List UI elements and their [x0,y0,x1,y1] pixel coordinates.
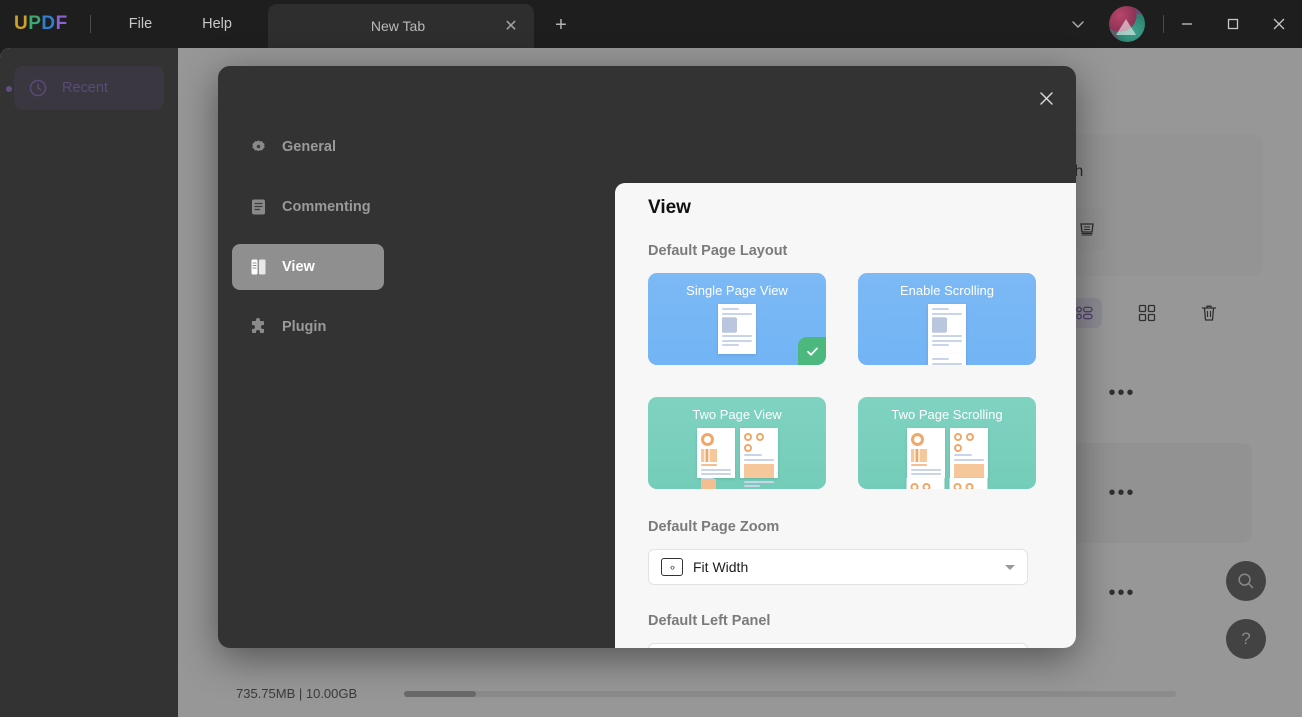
page-layout-options: Single Page View [648,273,1076,489]
tab-new-tab[interactable]: New Tab ✕ [268,4,534,48]
chevron-down-icon[interactable] [1061,7,1095,41]
layout-option-label: Enable Scrolling [858,283,1036,298]
section-label-page-layout: Default Page Layout [648,243,1076,259]
gear-icon [248,137,268,157]
nav-item-plugin[interactable]: Plugin [232,304,384,350]
layout-option-enable-scrolling[interactable]: Enable Scrolling [858,273,1036,365]
layout-option-two-page-view[interactable]: Two Page View [648,397,826,489]
preferences-dialog: General Commenting View Plugin [218,66,1076,648]
updf-logo: U P D F [14,13,68,35]
maximize-icon[interactable] [1210,0,1256,48]
menu-file[interactable]: File [113,10,168,38]
logo-divider [90,15,91,33]
logo-letter-d: D [41,13,55,35]
puzzle-icon [248,317,268,337]
panel-title: View [648,197,1076,219]
nav-item-view[interactable]: View [232,244,384,290]
layout-option-label: Two Page Scrolling [858,407,1036,422]
layout-option-two-page-scrolling[interactable]: Two Page Scrolling [858,397,1036,489]
close-icon[interactable]: ✕ [498,13,524,39]
default-page-zoom-value: Fit Width [693,559,1005,575]
nav-item-label: Plugin [282,319,326,335]
nav-item-label: Commenting [282,199,371,215]
window-close-icon[interactable] [1256,0,1302,48]
dialog-nav: General Commenting View Plugin [218,66,398,648]
logo-letter-p: P [28,13,41,35]
layout-option-single-page-view[interactable]: Single Page View [648,273,826,365]
layout-option-label: Two Page View [648,407,826,422]
title-bar: U P D F File Help New Tab ✕ + [0,0,1302,48]
layout-option-label: Single Page View [648,283,826,298]
menu-help[interactable]: Help [186,10,248,38]
comment-doc-icon [248,197,268,217]
view-panel-icon [248,257,268,277]
section-label-page-zoom: Default Page Zoom [648,519,1076,535]
default-page-zoom-select[interactable]: ‹› Fit Width [648,549,1028,585]
app-window: U P D F File Help New Tab ✕ + [0,0,1302,717]
two-page-scrolling-thumbnail-icon [858,428,1036,478]
default-left-panel-select[interactable]: Thumbnails [648,643,1028,648]
nav-item-label: View [282,259,315,275]
section-label-left-panel: Default Left Panel [648,613,1076,629]
next-pages-peek [907,478,988,489]
plus-icon[interactable]: + [548,12,574,38]
dialog-close-icon[interactable] [1026,78,1066,118]
fit-width-icon: ‹› [661,558,683,576]
chevron-down-icon[interactable] [1005,565,1015,570]
window-controls [1061,0,1302,48]
scrolling-thumbnail-icon [858,304,1036,354]
two-page-thumbnail-icon [648,428,826,478]
nav-item-commenting[interactable]: Commenting [232,184,384,230]
logo-letter-u: U [14,13,28,35]
view-settings-panel: View Default Page Layout Single Page Vie… [615,183,1076,648]
next-page-peek [928,354,966,365]
minimize-icon[interactable] [1164,0,1210,48]
avatar[interactable] [1109,6,1145,42]
tab-title: New Tab [268,18,498,34]
nav-item-label: General [282,139,336,155]
selected-check-badge [798,337,826,365]
nav-item-general[interactable]: General [232,124,384,170]
logo-letter-f: F [56,13,68,35]
